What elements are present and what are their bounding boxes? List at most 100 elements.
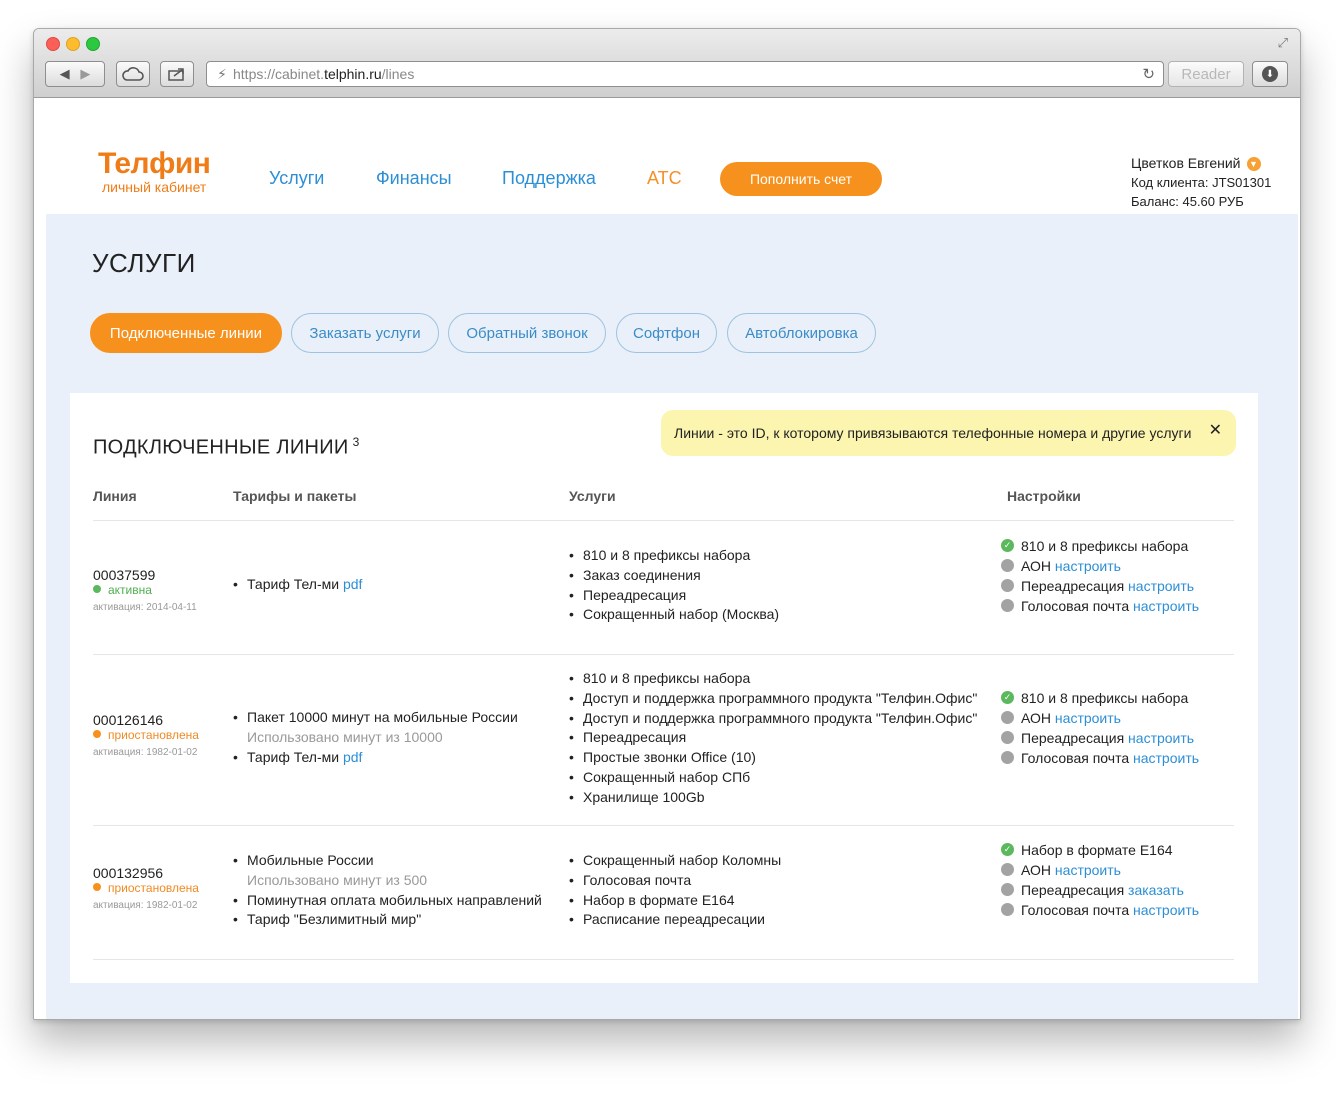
configure-link[interactable]: настроить — [1133, 750, 1199, 766]
address-bar[interactable]: ⚡ https://cabinet. telphin.ru/lines ↻ — [206, 61, 1164, 87]
configure-link[interactable]: настроить — [1128, 578, 1194, 594]
usage-note: Использовано минут из 10000 — [247, 728, 443, 745]
services-list: 810 и 8 префиксы набора Доступ и поддерж… — [569, 669, 977, 808]
check-icon: ✓ — [1001, 691, 1014, 704]
tab-softphone[interactable]: Софтфон — [616, 313, 717, 353]
tariff-name: Тариф Тел-ми — [247, 576, 343, 592]
usage-note: Использовано минут из 500 — [247, 871, 428, 888]
fullscreen-icon[interactable]: ⤢ — [1278, 35, 1288, 51]
line-id[interactable]: 000126146 — [93, 712, 163, 728]
close-icon[interactable]: ✕ — [1209, 420, 1222, 440]
divider — [93, 520, 1234, 521]
list-item: Тариф Тел-ми pdf — [233, 575, 362, 595]
list-item: Простые звонки Office (10) — [569, 748, 977, 768]
column-header-line: Линия — [93, 488, 137, 504]
line-id[interactable]: 00037599 — [93, 567, 155, 583]
icloud-tabs-button[interactable] — [116, 61, 150, 87]
url-host: telphin.ru — [324, 66, 382, 82]
column-header-settings: Настройки — [1007, 488, 1081, 504]
list-item: 810 и 8 префиксы набора — [569, 669, 977, 689]
list-item: Набор в формате E164 — [569, 891, 781, 911]
setting-label: 810 и 8 префиксы набора — [1021, 538, 1189, 554]
configure-link[interactable]: настроить — [1128, 730, 1194, 746]
share-button[interactable] — [160, 61, 194, 87]
status-dot-icon — [1001, 711, 1014, 724]
nav-pbx[interactable]: АТС — [647, 168, 682, 189]
configure-link[interactable]: настроить — [1055, 710, 1121, 726]
reload-icon[interactable]: ↻ — [1142, 65, 1155, 83]
lines-count: 3 — [352, 435, 360, 449]
list-item: Переадресация — [569, 728, 977, 748]
setting-item: Голосовая почта настроить — [1001, 900, 1199, 920]
back-forward-buttons[interactable]: ◀ ▶ — [45, 61, 105, 87]
tab-autoblock[interactable]: Автоблокировка — [727, 313, 876, 353]
logo[interactable]: Телфин личный кабинет — [98, 147, 211, 195]
setting-item: Переадресация настроить — [1001, 728, 1199, 748]
setting-item: АОН настроить — [1001, 556, 1199, 576]
pdf-link[interactable]: pdf — [343, 749, 362, 765]
settings-list: ✓ Набор в формате E164 АОН настроить Пере… — [1001, 840, 1199, 920]
tariffs-list: Тариф Тел-ми pdf — [233, 575, 362, 595]
order-link[interactable]: заказать — [1128, 882, 1184, 898]
nav-finance[interactable]: Финансы — [376, 168, 452, 189]
configure-link[interactable]: настроить — [1133, 598, 1199, 614]
close-window-button[interactable] — [46, 37, 60, 51]
url-prefix: https://cabinet. — [233, 66, 325, 82]
status-badge: приостановлена — [93, 881, 199, 895]
setting-item: Переадресация заказать — [1001, 880, 1199, 900]
configure-link[interactable]: настроить — [1055, 862, 1121, 878]
status-text: активна — [108, 583, 152, 597]
download-icon: ⬇ — [1262, 66, 1278, 82]
tab-order-services[interactable]: Заказать услуги — [291, 313, 439, 353]
divider — [93, 959, 1234, 960]
forward-arrow-icon[interactable]: ▶ — [80, 66, 90, 82]
zoom-window-button[interactable] — [86, 37, 100, 51]
status-dot-icon — [1001, 863, 1014, 876]
balance: Баланс: 45.60 РУБ — [1131, 194, 1244, 209]
status-dot-icon — [1001, 903, 1014, 916]
setting-item: Голосовая почта настроить — [1001, 596, 1199, 616]
client-code: Код клиента: JTS01301 — [1131, 175, 1272, 190]
reader-button[interactable]: Reader — [1168, 61, 1244, 87]
minimize-window-button[interactable] — [66, 37, 80, 51]
activation-date: активация: 1982-01-02 — [93, 900, 198, 911]
status-dot-icon — [1001, 559, 1014, 572]
nav-support[interactable]: Поддержка — [502, 168, 596, 189]
card-title-text: ПОДКЛЮЧЕННЫЕ ЛИНИИ — [93, 436, 349, 459]
line-id[interactable]: 000132956 — [93, 865, 163, 881]
logo-subtitle: личный кабинет — [102, 179, 207, 195]
top-up-button[interactable]: Пополнить счет — [720, 162, 882, 196]
chevron-down-icon[interactable]: ▼ — [1246, 157, 1261, 171]
list-item: Доступ и поддержка программного продукта… — [569, 689, 977, 709]
column-header-tariffs: Тарифы и пакеты — [233, 488, 357, 504]
url-path: /lines — [381, 66, 415, 82]
activation-date: активация: 1982-01-02 — [93, 747, 198, 758]
list-item: Тариф Тел-ми pdf — [233, 748, 518, 768]
status-badge: приостановлена — [93, 728, 199, 742]
column-header-services: Услуги — [569, 488, 616, 504]
nav-services[interactable]: Услуги — [269, 168, 324, 189]
setting-item: Голосовая почта настроить — [1001, 748, 1199, 768]
setting-label: Переадресация — [1021, 578, 1129, 594]
setting-item: ✓ Набор в формате E164 — [1001, 840, 1199, 860]
lines-card: ПОДКЛЮЧЕННЫЕ ЛИНИИ 3 Линии - это ID, к ко… — [70, 393, 1258, 983]
site-icon: ⚡ — [217, 65, 227, 82]
browser-toolbar: ⤢ ◀ ▶ ⚡ https://cabinet. telphin.ru/lines… — [34, 29, 1300, 98]
downloads-button[interactable]: ⬇ — [1252, 61, 1288, 87]
tab-callback[interactable]: Обратный звонок — [448, 313, 606, 353]
back-arrow-icon[interactable]: ◀ — [60, 66, 70, 82]
configure-link[interactable]: настроить — [1133, 902, 1199, 918]
setting-item: Переадресация настроить — [1001, 576, 1199, 596]
tariff-name: Тариф Тел-ми — [247, 748, 343, 765]
configure-link[interactable]: настроить — [1055, 558, 1121, 574]
browser-window: ⤢ ◀ ▶ ⚡ https://cabinet. telphin.ru/lines… — [33, 28, 1301, 1020]
tariffs-list: Мобильные России Использовано минут из 5… — [233, 851, 542, 930]
user-name[interactable]: Цветков Евгений — [1131, 155, 1241, 171]
tab-connected-lines[interactable]: Подключенные линии — [90, 313, 282, 353]
setting-item: ✓ 810 и 8 префиксы набора — [1001, 688, 1199, 708]
setting-item: АОН настроить — [1001, 708, 1199, 728]
pdf-link[interactable]: pdf — [343, 576, 362, 592]
list-item: Поминутная оплата мобильных направлений — [233, 891, 542, 911]
logo-name: Телфин — [98, 147, 211, 180]
setting-label: АОН — [1021, 862, 1055, 878]
